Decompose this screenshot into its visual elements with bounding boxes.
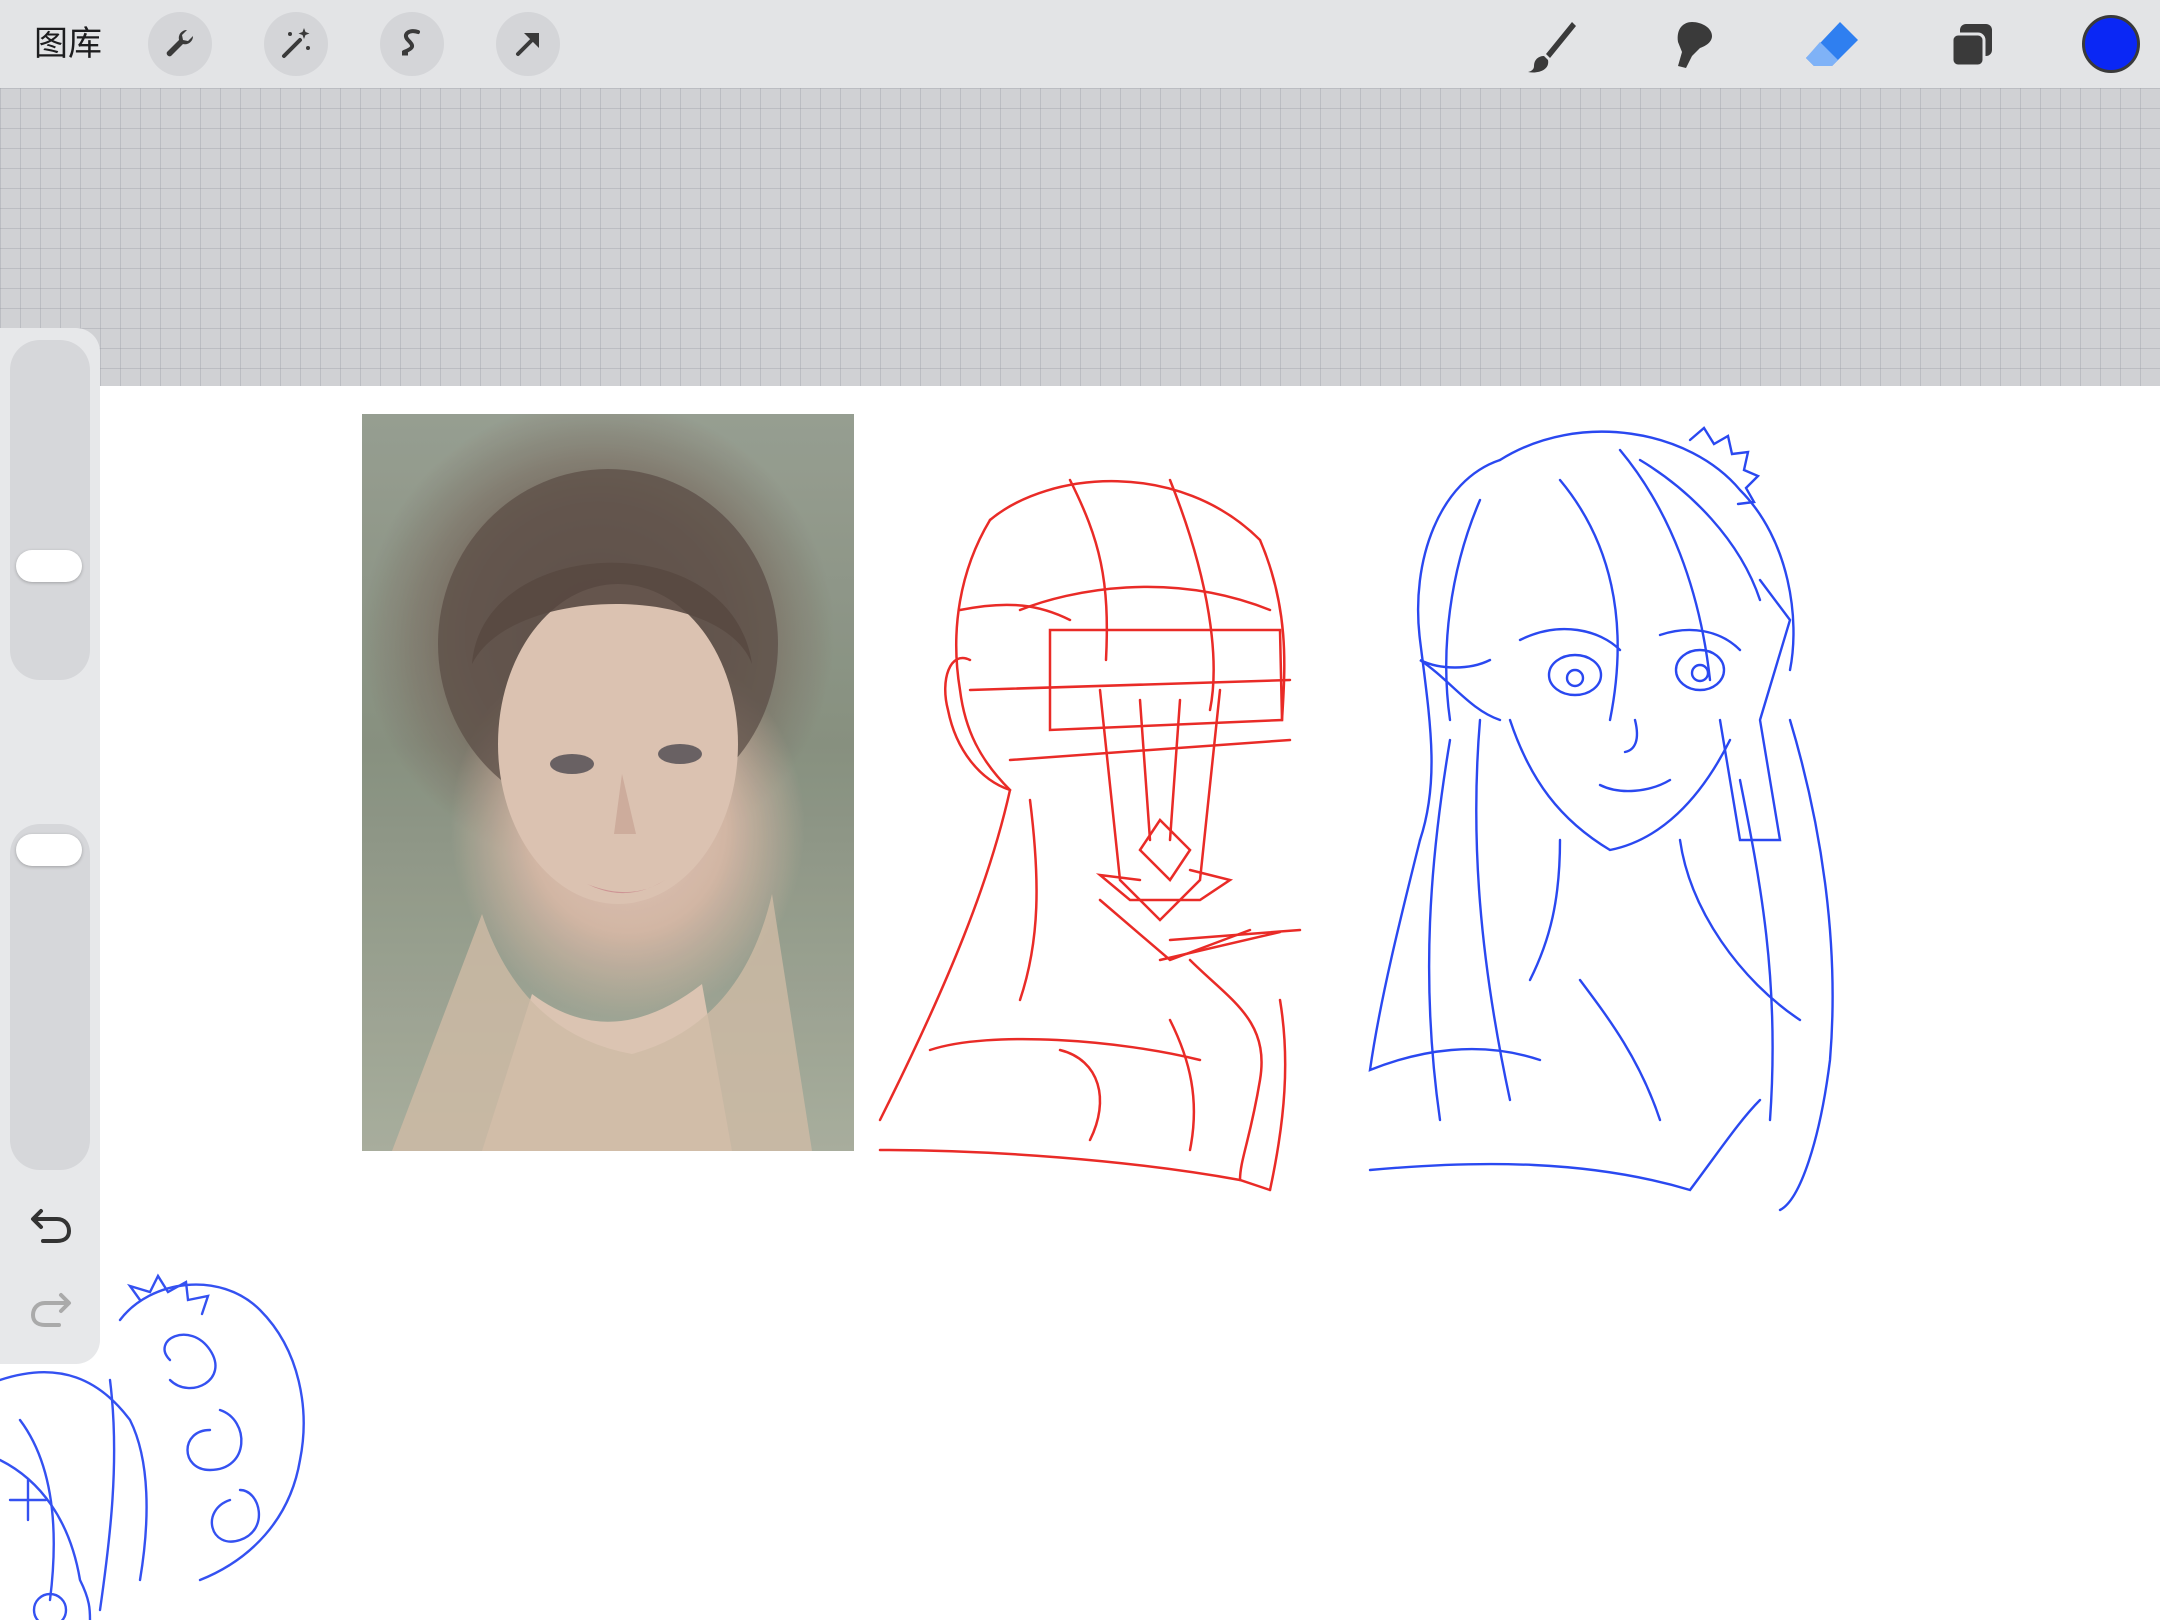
smudge-icon — [1677, 22, 1712, 68]
left-sidebar — [0, 328, 100, 1364]
transform-arrow-icon — [516, 33, 539, 56]
selection-button[interactable] — [380, 12, 444, 76]
brush-button[interactable] — [1520, 14, 1584, 78]
undo-button[interactable] — [26, 1198, 76, 1248]
brush-size-slider[interactable] — [10, 340, 90, 680]
smudge-button[interactable] — [1660, 14, 1724, 78]
opacity-handle[interactable] — [16, 834, 82, 866]
gallery-button[interactable]: 图库 — [34, 20, 102, 68]
layers-button[interactable] — [1940, 14, 2004, 78]
color-picker-button[interactable] — [2082, 15, 2140, 73]
undo-icon — [31, 1209, 72, 1243]
layers-icon — [1950, 24, 1992, 68]
redo-icon — [30, 1293, 71, 1327]
red-construction-sketch — [878, 478, 1302, 1192]
reference-photo — [362, 414, 854, 1151]
wrench-icon — [166, 29, 194, 57]
brush-icon — [1528, 22, 1576, 73]
eraser-button[interactable] — [1800, 14, 1864, 78]
redo-button[interactable] — [26, 1282, 76, 1332]
brush-size-handle[interactable] — [16, 550, 82, 582]
canvas-background-grid — [0, 88, 2160, 386]
top-toolbar: 图库 — [0, 0, 2160, 89]
opacity-slider[interactable] — [10, 824, 90, 1170]
blue-character-sketch — [1368, 426, 1834, 1212]
selection-icon — [402, 29, 420, 56]
magic-wand-icon — [282, 28, 310, 58]
actions-button[interactable] — [148, 12, 212, 76]
eraser-icon — [1806, 22, 1858, 66]
transform-button[interactable] — [496, 12, 560, 76]
adjustments-button[interactable] — [264, 12, 328, 76]
